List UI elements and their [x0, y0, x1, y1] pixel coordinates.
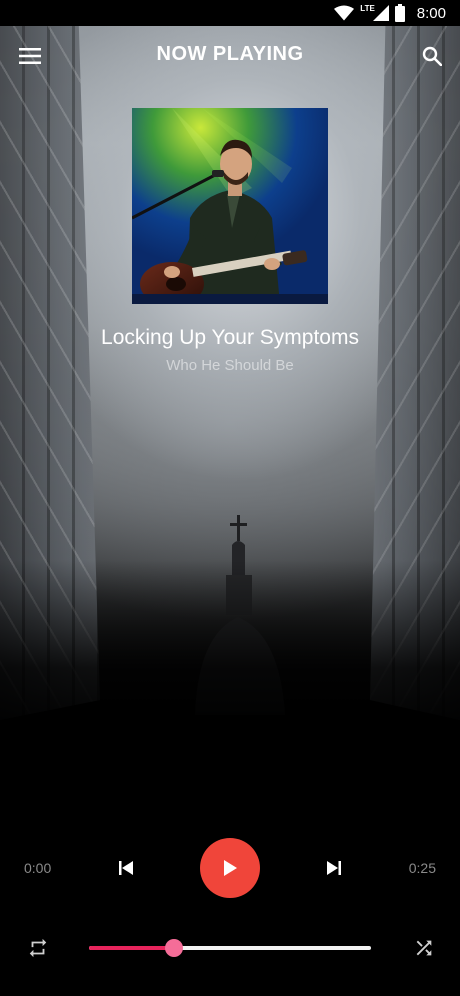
seek-thumb[interactable]	[164, 939, 183, 957]
seek-bar[interactable]	[89, 938, 371, 958]
lte-label: LTE	[360, 3, 375, 13]
album-art	[132, 108, 328, 304]
skip-previous-button[interactable]	[110, 852, 142, 884]
total-duration: 0:25	[408, 860, 436, 876]
album-art-image	[132, 108, 328, 304]
song-title: Locking Up Your Symptoms	[101, 326, 359, 349]
elapsed-time: 0:00	[24, 860, 52, 876]
skip-next-icon	[327, 861, 341, 875]
skip-previous-icon	[119, 861, 133, 875]
page-title: NOW PLAYING	[156, 43, 304, 65]
skip-next-button[interactable]	[318, 852, 350, 884]
seek-progress	[89, 946, 174, 950]
wifi-icon	[334, 5, 355, 21]
status-time: 8:00	[416, 4, 446, 22]
now-playing-screen: LTE 8:00 NOW PLAYING Locking Up Your Sym…	[0, 0, 460, 996]
status-icons: LTE 8:00	[334, 3, 446, 23]
toolbar: NOW PLAYING	[0, 26, 460, 86]
play-icon	[224, 860, 237, 876]
background-fade	[0, 560, 460, 740]
status-bar: LTE 8:00	[0, 0, 460, 26]
repeat-button[interactable]	[22, 932, 54, 964]
shuffle-button[interactable]	[408, 932, 440, 964]
shuffle-icon	[416, 940, 432, 956]
play-button[interactable]	[200, 838, 260, 898]
cell-signal-icon	[372, 5, 389, 21]
menu-button[interactable]	[14, 40, 46, 72]
search-button[interactable]	[416, 40, 448, 72]
song-artist: Who He Should Be	[166, 357, 294, 374]
battery-icon	[394, 4, 405, 22]
search-icon	[422, 46, 442, 66]
menu-icon	[19, 48, 41, 64]
repeat-icon	[29, 938, 47, 958]
